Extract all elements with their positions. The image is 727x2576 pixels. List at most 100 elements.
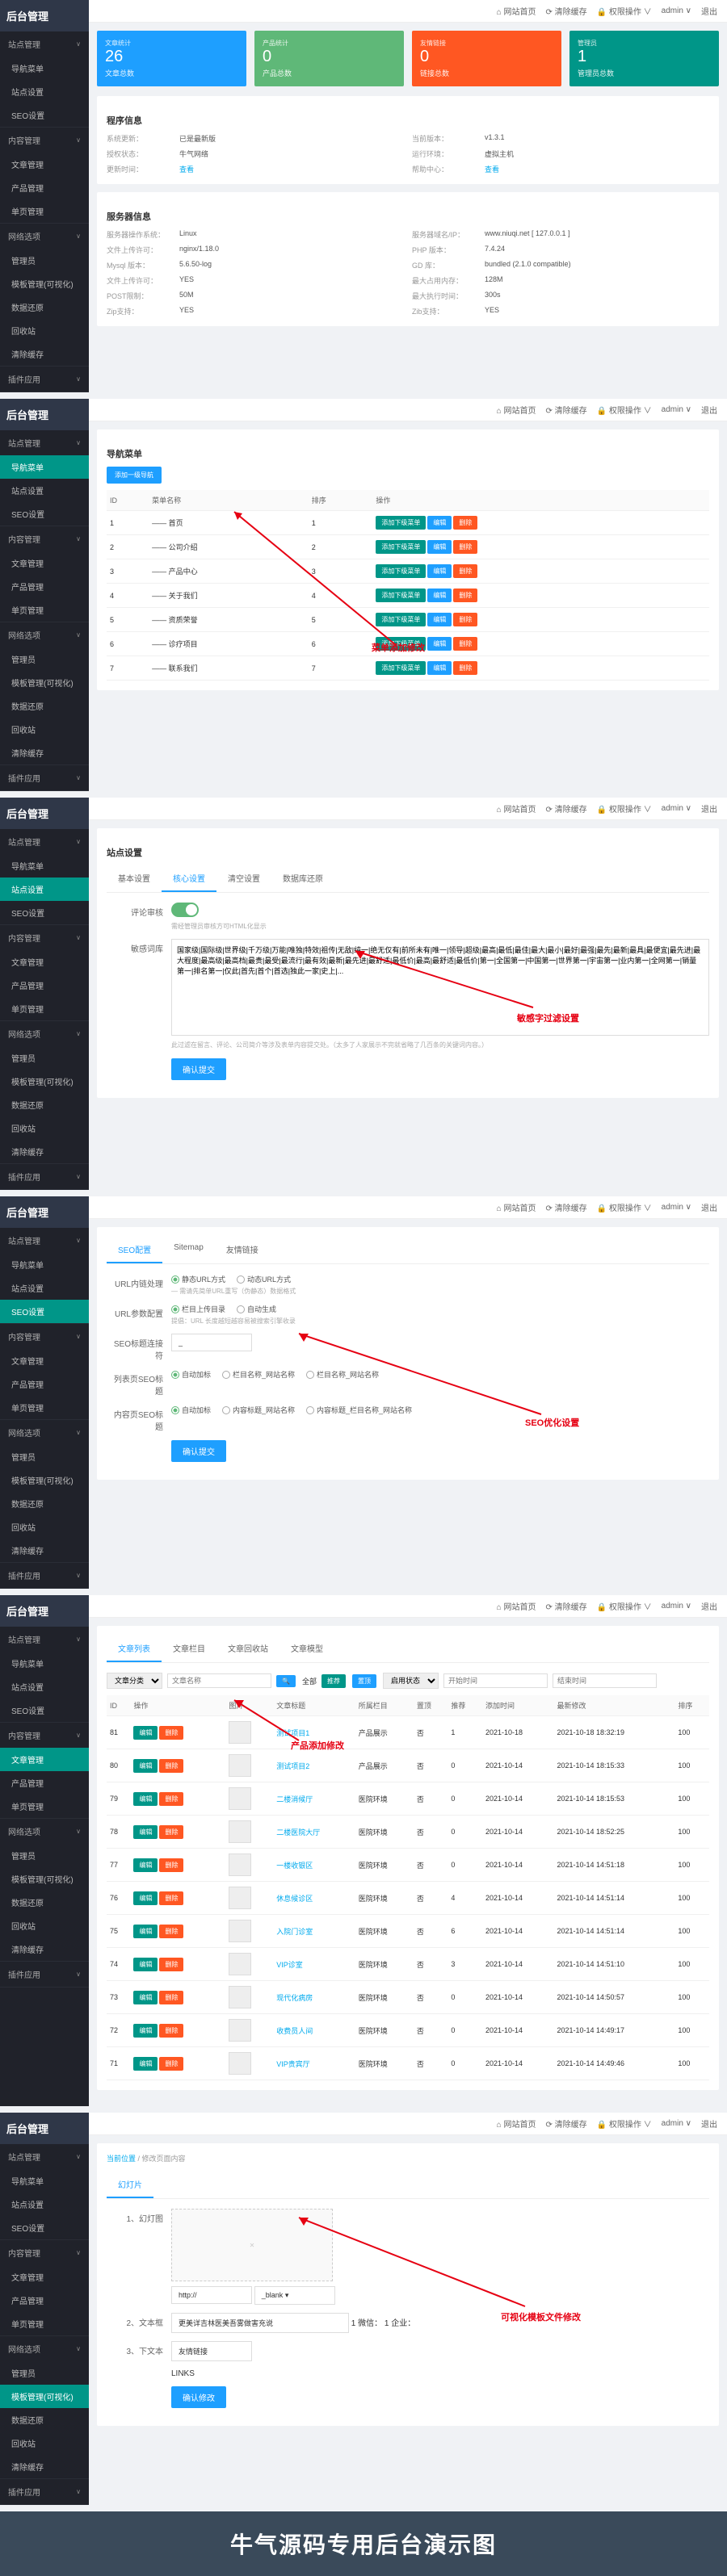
info-value[interactable]: 查看 [485,164,709,174]
sidebar-item[interactable]: 站点设置 [0,1276,89,1300]
title-separator-input[interactable]: _ [171,1334,252,1351]
sidebar-item[interactable]: 回收站 [0,1515,89,1539]
tab[interactable]: Sitemap [162,1237,215,1263]
sidebar-item[interactable]: 导航菜单 [0,2169,89,2193]
side-group-title[interactable]: 插件应用∨ [0,367,89,392]
sidebar-item[interactable]: SEO设置 [0,1698,89,1722]
side-group-title[interactable]: 网络选项∨ [0,224,89,249]
radio-option[interactable]: 栏目名称_网站名称 [306,1369,379,1380]
topbar-user[interactable]: admin ∨ [662,2119,691,2128]
sidebar-item[interactable]: 产品管理 [0,176,89,199]
topbar-logout[interactable]: 退出 [701,802,717,815]
sidebar-item[interactable]: 文章管理 [0,2265,89,2289]
edit-button[interactable]: 编辑 [133,1891,158,1905]
delete-button[interactable]: 删除 [159,1825,183,1839]
save-template-button[interactable]: 确认修改 [171,2386,226,2408]
add-sub-button[interactable]: 添加下级菜单 [376,540,426,554]
tab-slideshow[interactable]: 幻灯片 [107,2172,153,2198]
sidebar-item[interactable]: 管理员 [0,1844,89,1867]
sidebar-item[interactable]: 模板管理(可视化) [0,671,89,694]
topbar-logout[interactable]: 退出 [701,2117,717,2130]
side-group-title[interactable]: 站点管理∨ [0,1627,89,1652]
delete-button[interactable]: 删除 [453,540,477,554]
side-group-title[interactable]: 插件应用∨ [0,1164,89,1189]
sidebar-item[interactable]: 站点设置 [0,80,89,103]
edit-button[interactable]: 编辑 [427,661,452,675]
topbar-home[interactable]: ⌂ 网站首页 [497,1600,536,1612]
stat-tile[interactable]: 管理员1管理员总数 [569,31,719,86]
sensitive-words-textarea[interactable]: 国家级|国际级|世界级|千万级|万能|唯独|特效|祖传|无敌|纯一|绝无仅有|前… [171,939,709,1036]
sidebar-item[interactable]: 回收站 [0,2431,89,2455]
sidebar-item[interactable]: 单页管理 [0,997,89,1020]
slide-url-input[interactable]: http:// [171,2286,252,2304]
topbar-logout[interactable]: 退出 [701,5,717,17]
sidebar-item[interactable]: 产品管理 [0,2289,89,2312]
sidebar-item[interactable]: 模板管理(可视化) [0,1468,89,1492]
add-sub-button[interactable]: 添加下级菜单 [376,613,426,626]
sidebar-item[interactable]: 数据还原 [0,1891,89,1914]
tab[interactable]: 文章模型 [279,1636,334,1662]
sidebar-item[interactable]: 回收站 [0,1914,89,1937]
sidebar-item[interactable]: 回收站 [0,319,89,342]
sidebar-item[interactable]: 产品管理 [0,1372,89,1396]
status-select[interactable]: 启用状态 [383,1673,439,1689]
delete-button[interactable]: 删除 [453,613,477,626]
topbar-clear[interactable]: ⟳ 清除缓存 [545,2117,586,2130]
add-sub-button[interactable]: 添加下级菜单 [376,516,426,530]
topbar-home[interactable]: ⌂ 网站首页 [497,404,536,416]
sidebar-item[interactable]: 管理员 [0,249,89,272]
subtext-input[interactable]: 友情链接 [171,2341,252,2361]
sidebar-item[interactable]: 清除缓存 [0,2455,89,2478]
side-group-title[interactable]: 插件应用∨ [0,1962,89,1987]
tab[interactable]: 文章回收站 [216,1636,279,1662]
edit-button[interactable]: 编辑 [427,589,452,602]
topbar-user[interactable]: admin ∨ [662,405,691,414]
sidebar-item[interactable]: 数据还原 [0,2408,89,2431]
edit-button[interactable]: 编辑 [133,1925,158,1938]
add-sub-button[interactable]: 添加下级菜单 [376,564,426,578]
topbar-user[interactable]: admin ∨ [662,1602,691,1611]
delete-button[interactable]: 删除 [159,1925,183,1938]
radio-option[interactable]: 静态URL方式 [171,1274,225,1284]
sidebar-item[interactable]: 文章管理 [0,153,89,176]
sidebar-item[interactable]: 单页管理 [0,598,89,622]
add-sub-button[interactable]: 添加下级菜单 [376,637,426,651]
edit-button[interactable]: 编辑 [133,1991,158,2004]
title-filter-input[interactable] [167,1673,271,1688]
topbar-clear[interactable]: ⟳ 清除缓存 [545,1201,586,1213]
sidebar-item[interactable]: 导航菜单 [0,57,89,80]
sidebar-item[interactable]: 清除缓存 [0,1937,89,1961]
tab[interactable]: 文章列表 [107,1636,162,1662]
breadcrumb-home[interactable]: 当前位置 [107,2155,136,2163]
search-button[interactable]: 🔍 [276,1675,296,1687]
side-group-title[interactable]: 内容管理∨ [0,526,89,551]
sidebar-item[interactable]: 清除缓存 [0,342,89,366]
stat-tile[interactable]: 文章统计26文章总数 [97,31,246,86]
textbox-input[interactable]: 更美详吉林医美吾雾做害充说 [171,2313,349,2333]
sidebar-item[interactable]: 产品管理 [0,1771,89,1795]
article-title-link[interactable]: 二楼消候厅 [276,1795,313,1803]
save-settings-button[interactable]: 确认提交 [171,1058,226,1080]
sidebar-item[interactable]: 模板管理(可视化) [0,1070,89,1093]
topbar-logout[interactable]: 退出 [701,1201,717,1213]
add-sub-button[interactable]: 添加下级菜单 [376,589,426,602]
sidebar-item[interactable]: 导航菜单 [0,1652,89,1675]
article-title-link[interactable]: 测试项目1 [276,1729,309,1737]
article-title-link[interactable]: VIP诊室 [276,1961,303,1969]
topbar-user[interactable]: admin ∨ [662,6,691,15]
topbar-clear[interactable]: ⟳ 清除缓存 [545,5,586,17]
sidebar-item[interactable]: 管理员 [0,647,89,671]
sidebar-item[interactable]: 单页管理 [0,1396,89,1419]
add-sub-button[interactable]: 添加下级菜单 [376,661,426,675]
sidebar-item[interactable]: SEO设置 [0,103,89,127]
tab[interactable]: 核心设置 [162,865,216,892]
end-date-input[interactable] [553,1673,657,1688]
topbar-lock[interactable]: 🔒 权限操作 ∨ [597,802,652,815]
delete-button[interactable]: 删除 [159,1759,183,1773]
sidebar-item[interactable]: 导航菜单 [0,455,89,479]
edit-button[interactable]: 编辑 [133,1792,158,1806]
save-seo-button[interactable]: 确认提交 [171,1440,226,1462]
add-top-nav-button[interactable]: 添加一级导航 [107,467,162,484]
stat-tile[interactable]: 友情链接0链接总数 [412,31,561,86]
filter-rec-button[interactable]: 推荐 [321,1674,346,1688]
